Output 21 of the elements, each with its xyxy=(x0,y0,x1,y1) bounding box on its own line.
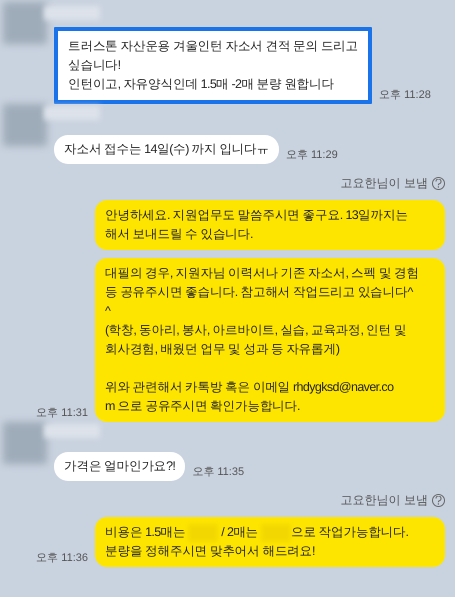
redacted-name xyxy=(44,424,100,438)
message-time: 오후 11:28 xyxy=(379,88,431,102)
message-time: 오후 11:36 xyxy=(36,550,88,566)
message-time: 오후 11:35 xyxy=(192,464,244,480)
message-bubble: 가격은 얼마인가요?! xyxy=(54,452,186,481)
message-time: 오후 11:31 xyxy=(36,406,88,420)
message-bubble: 자소서 접수는 14일(수) 까지 입니다ㅠ xyxy=(54,135,279,164)
redacted-name xyxy=(44,6,100,20)
redacted-name xyxy=(44,106,100,120)
help-icon xyxy=(432,176,445,190)
sender-label: 고요한님이 보냄 xyxy=(340,175,428,192)
redacted-avatar xyxy=(3,422,47,464)
message-bubble: 대필의 경우, 지원자님 이력서나 기존 자소서, 스펙 및 경험 등 공유주시면 좋습니다. 참고해서 작업드리고 있습니다^ ^ (학창, 동아리, 봉사, 아르바이트, 실습, 교육과정, 인턴 및 회사경험, 배웠던 업무 및 성과 등 자유롭게) 위와 관련해서 카톡방 혹은 이메일 rhdygksd@naver.co m 으로 공유주시면 확인가능합니다. xyxy=(95,258,445,422)
redacted-avatar xyxy=(3,104,47,146)
message-bubble: 안녕하세요. 지원업무도 말씀주시면 좋구요. 13일까지는 해서 보내드릴 수 있습니다. xyxy=(95,200,445,250)
message-bubble: 비용은 1.5매는 / 2매는 으로 작업가능합니다. 분량을 정해주시면 맞추어서 해드려요! xyxy=(95,517,445,567)
message-bubble: 트러스톤 자산운용 겨울인턴 자소서 견적 문의 드리고 싶습니다! 인턴이고, 자유양식인데 1.5매 -2매 분량 원합니다 xyxy=(54,27,372,104)
redacted-avatar xyxy=(3,2,47,44)
message-time: 오후 11:29 xyxy=(286,148,338,162)
help-icon xyxy=(432,494,445,506)
sender-label: 고요한님이 보냄 xyxy=(340,492,428,509)
